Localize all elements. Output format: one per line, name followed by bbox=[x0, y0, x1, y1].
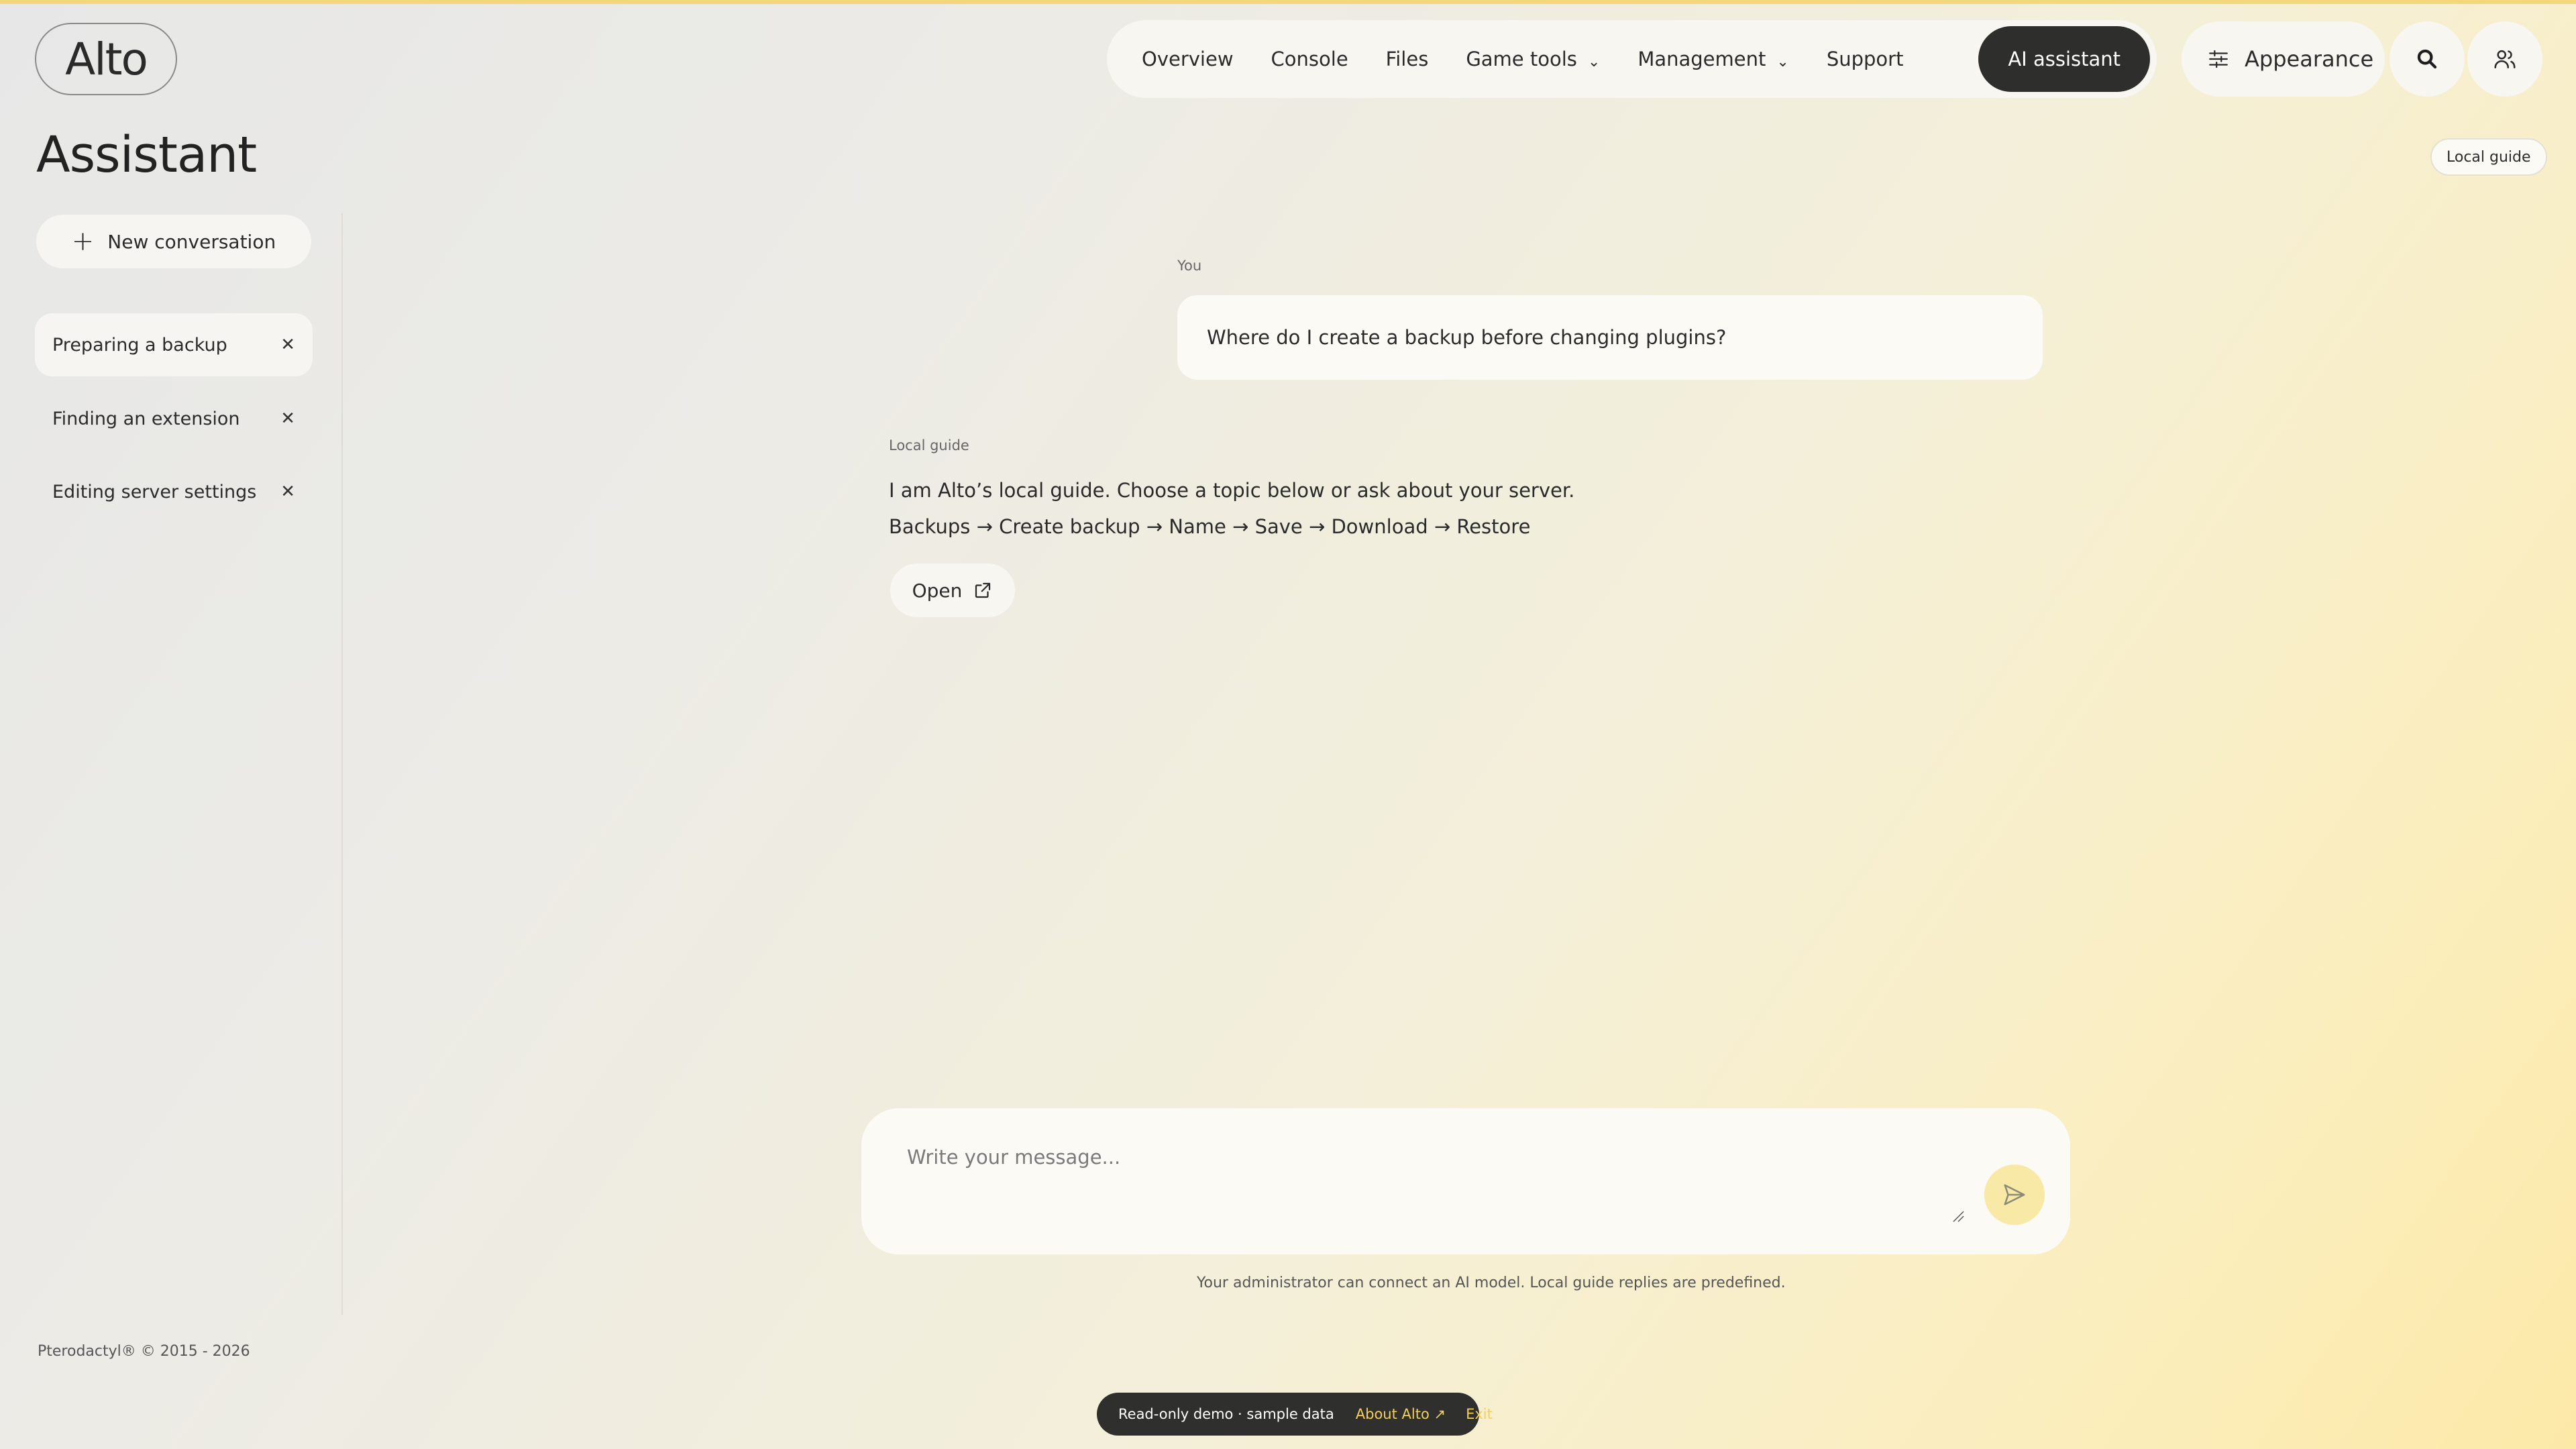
send-button[interactable] bbox=[1984, 1165, 2045, 1225]
sidebar-divider bbox=[341, 213, 343, 1315]
external-link-icon bbox=[975, 582, 991, 598]
search-icon bbox=[2417, 49, 2437, 69]
nav-label: Management bbox=[1638, 48, 1766, 70]
users-icon bbox=[2494, 50, 2516, 68]
demo-banner-text: Read-only demo · sample data bbox=[1118, 1406, 1334, 1422]
nav-label: Support bbox=[1826, 48, 1904, 70]
guide-message-line: I am Alto’s local guide. Choose a topic … bbox=[889, 479, 1575, 502]
about-alto-link[interactable]: About Alto ↗ bbox=[1356, 1406, 1446, 1422]
conversation-label: Preparing a backup bbox=[52, 334, 227, 356]
chevron-down-icon: ⌄ bbox=[1776, 53, 1789, 70]
nav-label: Console bbox=[1271, 48, 1348, 70]
top-accent-line bbox=[0, 0, 2576, 4]
guide-message-steps: Backups → Create backup → Name → Save → … bbox=[889, 515, 1531, 538]
user-message-label: You bbox=[1177, 258, 1202, 274]
user-message-text: Where do I create a backup before changi… bbox=[1207, 326, 1727, 349]
nav-files[interactable]: Files bbox=[1386, 48, 1429, 70]
exit-demo-link[interactable]: Exit bbox=[1466, 1406, 1493, 1422]
chevron-down-icon: ⌄ bbox=[1587, 53, 1601, 70]
message-input[interactable] bbox=[907, 1146, 1960, 1226]
message-composer bbox=[861, 1108, 2070, 1254]
main-nav: Overview Console Files Game tools ⌄ Manag… bbox=[1107, 20, 2157, 98]
close-icon[interactable]: ✕ bbox=[280, 335, 295, 355]
conversation-item[interactable]: Finding an extension ✕ bbox=[35, 387, 313, 450]
nav-management[interactable]: Management ⌄ bbox=[1638, 48, 1788, 70]
nav-overview[interactable]: Overview bbox=[1142, 48, 1234, 70]
conversation-item[interactable]: Editing server settings ✕ bbox=[35, 460, 313, 523]
nav-label: Overview bbox=[1142, 48, 1234, 70]
nav-label: Files bbox=[1385, 48, 1429, 70]
user-message-bubble: Where do I create a backup before changi… bbox=[1177, 295, 2043, 380]
conversation-label: Finding an extension bbox=[52, 408, 240, 429]
sliders-icon bbox=[2209, 50, 2228, 68]
demo-banner: Read-only demo · sample data About Alto … bbox=[1097, 1393, 1493, 1436]
conversation-item[interactable]: Preparing a backup ✕ bbox=[35, 313, 313, 376]
app-logo[interactable]: Alto bbox=[35, 23, 177, 95]
search-button[interactable] bbox=[2390, 21, 2465, 97]
close-icon[interactable]: ✕ bbox=[280, 409, 295, 429]
page-title: Assistant bbox=[36, 126, 257, 184]
new-conversation-button[interactable]: + New conversation bbox=[36, 215, 311, 268]
local-guide-badge: Local guide bbox=[2430, 138, 2547, 176]
send-icon bbox=[2004, 1184, 2025, 1205]
plus-icon: + bbox=[71, 226, 95, 257]
appearance-button[interactable]: Appearance bbox=[2182, 21, 2385, 97]
appearance-label: Appearance bbox=[2245, 46, 2374, 72]
nav-label: AI assistant bbox=[2008, 48, 2121, 70]
resize-handle-icon[interactable] bbox=[1952, 1210, 1964, 1222]
account-button[interactable] bbox=[2467, 21, 2542, 97]
nav-console[interactable]: Console bbox=[1271, 48, 1348, 70]
close-icon[interactable]: ✕ bbox=[280, 482, 295, 502]
nav-game-tools[interactable]: Game tools ⌄ bbox=[1466, 48, 1600, 70]
admin-note: Your administrator can connect an AI mod… bbox=[1197, 1275, 1786, 1291]
conversation-label: Editing server settings bbox=[52, 481, 257, 502]
new-conversation-label: New conversation bbox=[107, 230, 276, 253]
open-button[interactable]: Open bbox=[890, 564, 1015, 617]
copyright-footer: Pterodactyl® © 2015 - 2026 bbox=[38, 1343, 250, 1360]
open-label: Open bbox=[912, 579, 963, 602]
nav-support[interactable]: Support bbox=[1827, 48, 1904, 70]
nav-label: Game tools bbox=[1466, 48, 1577, 70]
nav-ai-assistant[interactable]: AI assistant bbox=[1978, 26, 2150, 92]
guide-message-label: Local guide bbox=[889, 437, 969, 453]
